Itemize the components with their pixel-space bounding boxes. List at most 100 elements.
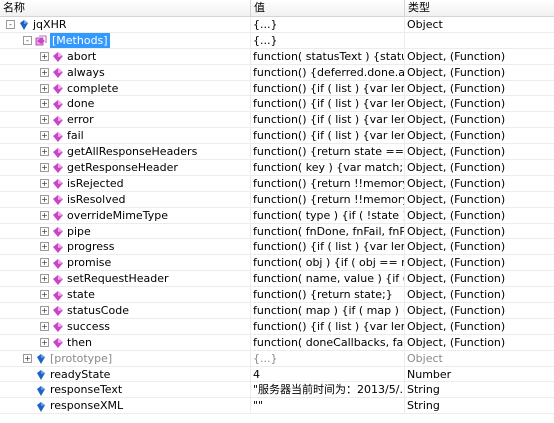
expand-toggle-icon[interactable]: + [40, 242, 49, 252]
expand-toggle-icon[interactable]: + [40, 51, 49, 61]
tree-row[interactable]: + then function( doneCallbacks, fail... Obj… [0, 334, 554, 351]
tree-row[interactable]: + overrideMimeType function( type ) {if ( … [0, 207, 554, 224]
tree-row[interactable]: + isRejected function() {return !!memory;}… [0, 175, 554, 192]
expand-toggle-icon[interactable]: + [40, 274, 49, 284]
expand-toggle-icon[interactable]: + [40, 147, 49, 157]
row-name-cell: + getAllResponseHeaders [0, 144, 251, 160]
row-value[interactable]: "服务器当前时间为：2013/5/... [251, 382, 405, 398]
row-value[interactable]: function( fnDone, fnFail, fnPr... [251, 223, 405, 239]
method-icon [52, 336, 64, 349]
row-value[interactable]: function() {return state === ... [251, 144, 405, 160]
tree-row[interactable]: + error function() {if ( list ) {var lengt… [0, 112, 554, 129]
row-name: done [67, 97, 95, 111]
row-value[interactable]: function( type ) {if ( !state ) {... [251, 207, 405, 223]
row-name-cell: + abort [0, 48, 251, 64]
row-value[interactable]: function( map ) {if ( map ) {v... [251, 303, 405, 318]
expand-toggle-icon[interactable]: + [40, 258, 49, 268]
row-value[interactable]: function() {if ( list ) {var lengt... [251, 80, 405, 96]
row-type: Object, (Function) [407, 81, 506, 95]
tree-row[interactable]: + getAllResponseHeaders function() {return… [0, 144, 554, 161]
row-name-cell: + complete [0, 80, 251, 96]
tree-row[interactable]: + promise function( obj ) {if ( obj == n..… [0, 255, 554, 272]
method-icon [52, 257, 64, 269]
row-value[interactable]: {...} [251, 17, 405, 32]
tree-row[interactable]: + state function() {return state;} Object, … [0, 287, 554, 304]
row-value[interactable]: function( statusText ) {status... [251, 48, 405, 64]
expand-toggle-icon[interactable]: + [40, 194, 49, 204]
row-type: Object, (Function) [407, 113, 506, 127]
row-name: then [67, 335, 93, 349]
tree-row[interactable]: + getResponseHeader function( key ) {var m… [0, 160, 554, 176]
row-name-cell: + pipe [0, 223, 251, 239]
tree-row[interactable]: + setRequestHeader function( name, value )… [0, 271, 554, 288]
expand-toggle-icon[interactable]: + [40, 115, 49, 125]
tree-row[interactable]: + pipe function( fnDone, fnFail, fnPr... Ob… [0, 223, 554, 240]
tree-row[interactable]: - jqXHR {...} Object [0, 17, 554, 33]
row-value[interactable]: function( doneCallbacks, fail... [251, 334, 405, 350]
row-name-cell: + setRequestHeader [0, 271, 251, 287]
tree-row[interactable]: - [Methods] {...} [0, 32, 554, 49]
header-value[interactable]: 值 [251, 0, 405, 16]
expand-toggle-icon[interactable]: + [40, 226, 49, 236]
header-name[interactable]: 名称 [0, 0, 251, 16]
row-name-cell: + success [0, 318, 251, 334]
row-type: Object, (Function) [407, 335, 506, 349]
method-icon [52, 320, 64, 333]
row-value[interactable]: function() {return state;} [251, 287, 405, 303]
property-icon [18, 18, 30, 31]
tree-row[interactable]: + done function() {if ( list ) {var lengt.… [0, 96, 554, 113]
expand-toggle-icon[interactable]: + [40, 337, 49, 347]
row-name-cell: + isResolved [0, 191, 251, 207]
tree-row[interactable]: + always function() {deferred.done.ap...Ob… [0, 64, 554, 81]
expand-toggle-icon[interactable]: + [40, 210, 49, 220]
row-name-cell: readyState [0, 366, 251, 382]
row-value[interactable]: function() {if ( list ) {var lengt... [251, 128, 405, 144]
header-type[interactable]: 类型 [405, 0, 554, 16]
tree-row[interactable]: readyState 4 Number [0, 366, 554, 383]
row-name-cell: + done [0, 96, 251, 112]
row-value[interactable]: function() {return !!memory;} [251, 191, 405, 207]
tree-row[interactable]: responseXML "" String [0, 398, 554, 415]
expand-toggle-icon[interactable]: + [40, 290, 49, 300]
row-value[interactable]: 4 [251, 366, 405, 382]
expand-toggle-icon[interactable]: + [40, 67, 49, 77]
row-value[interactable]: function() {deferred.done.ap... [251, 64, 405, 80]
row-value[interactable]: function() {if ( list ) {var lengt... [251, 112, 405, 128]
row-type: Object, (Function) [407, 304, 506, 318]
expand-toggle-icon[interactable]: + [40, 131, 49, 141]
expand-toggle-icon[interactable]: + [23, 353, 32, 363]
row-value[interactable]: function() {if ( list ) {var lengt... [251, 318, 405, 334]
row-value[interactable]: function() {if ( list ) {var lengt... [251, 239, 405, 255]
tree-row[interactable]: + fail function() {if ( list ) {var lengt.… [0, 128, 554, 145]
tree-row[interactable]: + statusCode function( map ) {if ( map ) {… [0, 303, 554, 319]
expand-toggle-icon[interactable]: + [40, 162, 49, 172]
tree-row[interactable]: responseText "服务器当前时间为：2013/5/... String [0, 382, 554, 399]
method-icon [52, 177, 64, 190]
row-type [405, 33, 554, 48]
row-name: [Methods] [50, 32, 110, 48]
row-value[interactable]: {...} [251, 350, 405, 366]
tree-row[interactable]: + complete function() {if ( list ) {var le… [0, 80, 554, 97]
method-icon [52, 273, 64, 285]
row-name: responseText [50, 383, 123, 397]
row-value[interactable]: function( key ) {var match;if ... [251, 160, 405, 175]
row-value[interactable]: "" [251, 398, 405, 414]
row-value[interactable]: {...} [251, 32, 405, 48]
tree-row[interactable]: + progress function() {if ( list ) {var le… [0, 239, 554, 256]
collapse-toggle-icon[interactable]: - [23, 35, 32, 45]
tree-row[interactable]: + [prototype] {...} Object [0, 350, 554, 367]
expand-toggle-icon[interactable]: + [40, 83, 49, 93]
method-icon [52, 146, 64, 158]
tree-row[interactable]: + abort function( statusText ) {status...O… [0, 48, 554, 65]
expand-toggle-icon[interactable]: + [40, 305, 49, 315]
expand-toggle-icon[interactable]: + [40, 178, 49, 188]
tree-row[interactable]: + isResolved function() {return !!memory;}… [0, 191, 554, 208]
row-value[interactable]: function( obj ) {if ( obj == n... [251, 255, 405, 271]
expand-toggle-icon[interactable]: + [40, 99, 49, 109]
row-value[interactable]: function() {return !!memory;} [251, 175, 405, 191]
collapse-toggle-icon[interactable]: - [6, 19, 15, 29]
row-value[interactable]: function() {if ( list ) {var lengt... [251, 96, 405, 112]
expand-toggle-icon[interactable]: + [40, 321, 49, 331]
row-value[interactable]: function( name, value ) {if ( !... [251, 271, 405, 287]
tree-row[interactable]: + success function() {if ( list ) {var len… [0, 318, 554, 335]
